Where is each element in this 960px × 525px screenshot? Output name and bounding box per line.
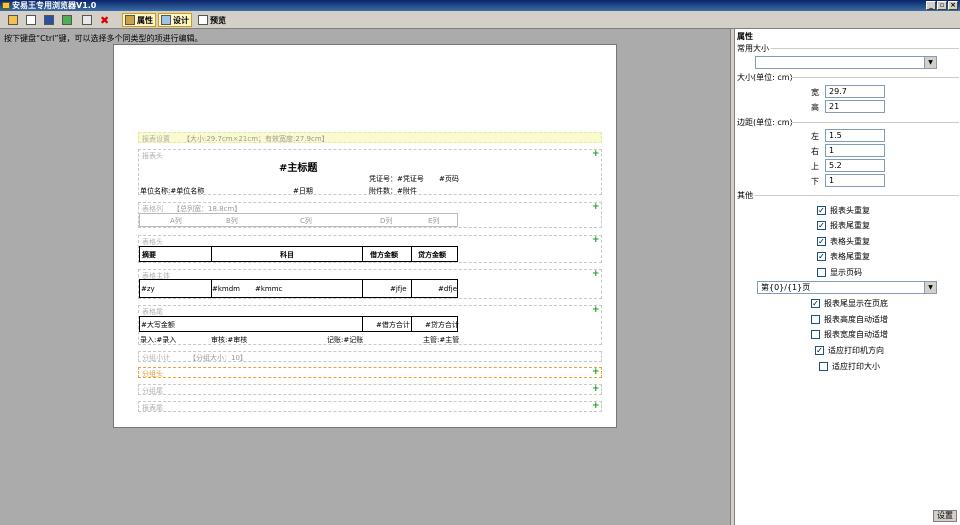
copy-icon [82,15,92,25]
table-foot-repeat-checkbox[interactable]: ✓ 表格尾重复 [817,251,870,262]
add-icon[interactable]: + [592,270,600,279]
export-icon [62,15,72,25]
open-button[interactable] [6,13,20,27]
other-section-label: 其他 [737,191,753,200]
height-input[interactable]: 21 [825,100,885,113]
report-foot-at-bottom-checkbox[interactable]: ✓ 报表尾显示在页底 [811,298,888,309]
margin-left-input[interactable]: 1.5 [825,129,885,142]
chevron-down-icon: ▼ [924,57,936,68]
margin-right-input[interactable]: 1 [825,144,885,157]
column-row: A列 B列 C列 D列 E列 [139,213,458,227]
auto-width-checkbox[interactable]: 报表宽度自动适增 [811,329,888,340]
report-foot-band[interactable]: 报表尾 + [138,401,602,412]
toolbar: ✖ 属性 设计 预览 [0,11,960,29]
preview-icon [198,15,208,25]
table-foot-row: #大写金额 #借方合计 #贷方合计 [139,316,459,332]
settings-band[interactable]: 报表设置 【大小:29.7cm×21cm；有效宽度:27.9cm】 [138,132,602,143]
checkbox-box[interactable]: ✓ [817,221,826,230]
properties-icon [125,15,135,25]
table-head-repeat-checkbox[interactable]: ✓ 表格头重复 [817,236,870,247]
checkbox-box[interactable]: ✓ [817,206,826,215]
auto-height-checkbox[interactable]: 报表高度自动适增 [811,314,888,325]
title-bar: 安易王专用浏览器V1.0 _ ▫ × [0,0,960,11]
common-size-select[interactable]: ▼ [755,56,937,69]
save-button[interactable] [42,13,56,27]
add-icon[interactable]: + [592,368,600,377]
close-button[interactable]: × [948,1,958,10]
group-subtotal-band[interactable]: 分组小计 【分组大小：10】 [138,351,602,362]
checkbox-box[interactable]: ✓ [815,346,824,355]
red-x-icon: ✖ [100,13,110,27]
report-head-repeat-checkbox[interactable]: ✓ 报表头重复 [817,205,870,216]
add-icon[interactable]: + [592,203,600,212]
hint-text: 按下键盘“Ctrl”键，可以选择多个同类型的项进行编辑。 [4,34,203,43]
minimize-button[interactable]: _ [926,1,936,10]
folder-icon [8,15,18,25]
add-icon[interactable]: + [592,385,600,394]
group-head-band[interactable]: 分组头 + [138,367,602,378]
column-band[interactable]: 表格列 【总列宽：18.8cm】 + A列 B列 C列 D列 E列 [138,202,602,228]
settings-button[interactable]: 设置 [933,510,957,522]
export-button[interactable] [60,13,74,27]
size-section-label: 大小(单位: cm) [737,73,793,82]
table-body-row: #zy #kmdm #kmmc #jfje #dfje [139,279,458,298]
checkbox-box[interactable] [811,315,820,324]
margin-bottom-input[interactable]: 1 [825,174,885,187]
checkbox-box[interactable] [817,268,826,277]
margin-section-label: 边距(单位: cm) [737,118,793,127]
main-title: #主标题 [279,163,318,174]
design-icon [161,15,171,25]
properties-button[interactable]: 属性 [122,13,156,27]
checkbox-box[interactable]: ✓ [817,252,826,261]
document-icon [26,15,36,25]
checkbox-box[interactable]: ✓ [811,299,820,308]
maximize-button[interactable]: ▫ [937,1,947,10]
group-foot-band[interactable]: 分组尾 + [138,384,602,395]
add-icon[interactable]: + [592,236,600,245]
preview-button[interactable]: 预览 [196,13,228,27]
floppy-icon [44,15,54,25]
report-foot-repeat-checkbox[interactable]: ✓ 报表尾重复 [817,220,870,231]
add-icon[interactable]: + [592,306,600,315]
new-button[interactable] [24,13,38,27]
delete-button[interactable]: ✖ [98,13,111,27]
checkbox-box[interactable] [811,330,820,339]
show-page-number-checkbox[interactable]: 显示页码 [817,267,862,278]
window-title: 安易王专用浏览器V1.0 [12,1,97,10]
margin-top-input[interactable]: 5.2 [825,159,885,172]
common-size-label: 常用大小 [737,44,769,53]
design-button[interactable]: 设计 [158,13,192,27]
table-body-band[interactable]: 表格主体 + #zy #kmdm #kmmc #jfje #dfje [138,269,602,299]
fit-print-size-checkbox[interactable]: 适应打印大小 [819,361,880,372]
table-head-band[interactable]: 表格头 + 摘要 科目 借方金额 贷方金额 [138,235,602,263]
report-page[interactable]: 报表设置 【大小:29.7cm×21cm；有效宽度:27.9cm】 报表头 + … [113,44,617,428]
chevron-down-icon: ▼ [924,282,936,293]
width-input[interactable]: 29.7 [825,85,885,98]
fit-printer-orientation-checkbox[interactable]: ✓ 适应打印机方向 [815,345,884,356]
checkbox-box[interactable] [819,362,828,371]
header-band[interactable]: 报表头 + #主标题 凭证号：#凭证号 #页码 单位名称:#单位名称 #日期 附… [138,149,602,195]
add-icon[interactable]: + [592,402,600,411]
add-icon[interactable]: + [592,150,600,159]
copy-button[interactable] [80,13,94,27]
table-header-row: 摘要 科目 借方金额 贷方金额 [139,246,458,262]
page-format-select[interactable]: 第{0}/{1}页 ▼ [757,281,937,294]
properties-panel: 属性 常用大小 ▼ 大小(单位: cm) 宽 29.7 高 21 边距(单位: … [734,29,960,525]
panel-title: 属性 [737,32,753,41]
checkbox-box[interactable]: ✓ [817,237,826,246]
table-foot-band[interactable]: 表格尾 + #大写金额 #借方合计 #贷方合计 录入:#录入 审核:#审核 记账… [138,305,602,345]
app-icon [2,2,10,9]
